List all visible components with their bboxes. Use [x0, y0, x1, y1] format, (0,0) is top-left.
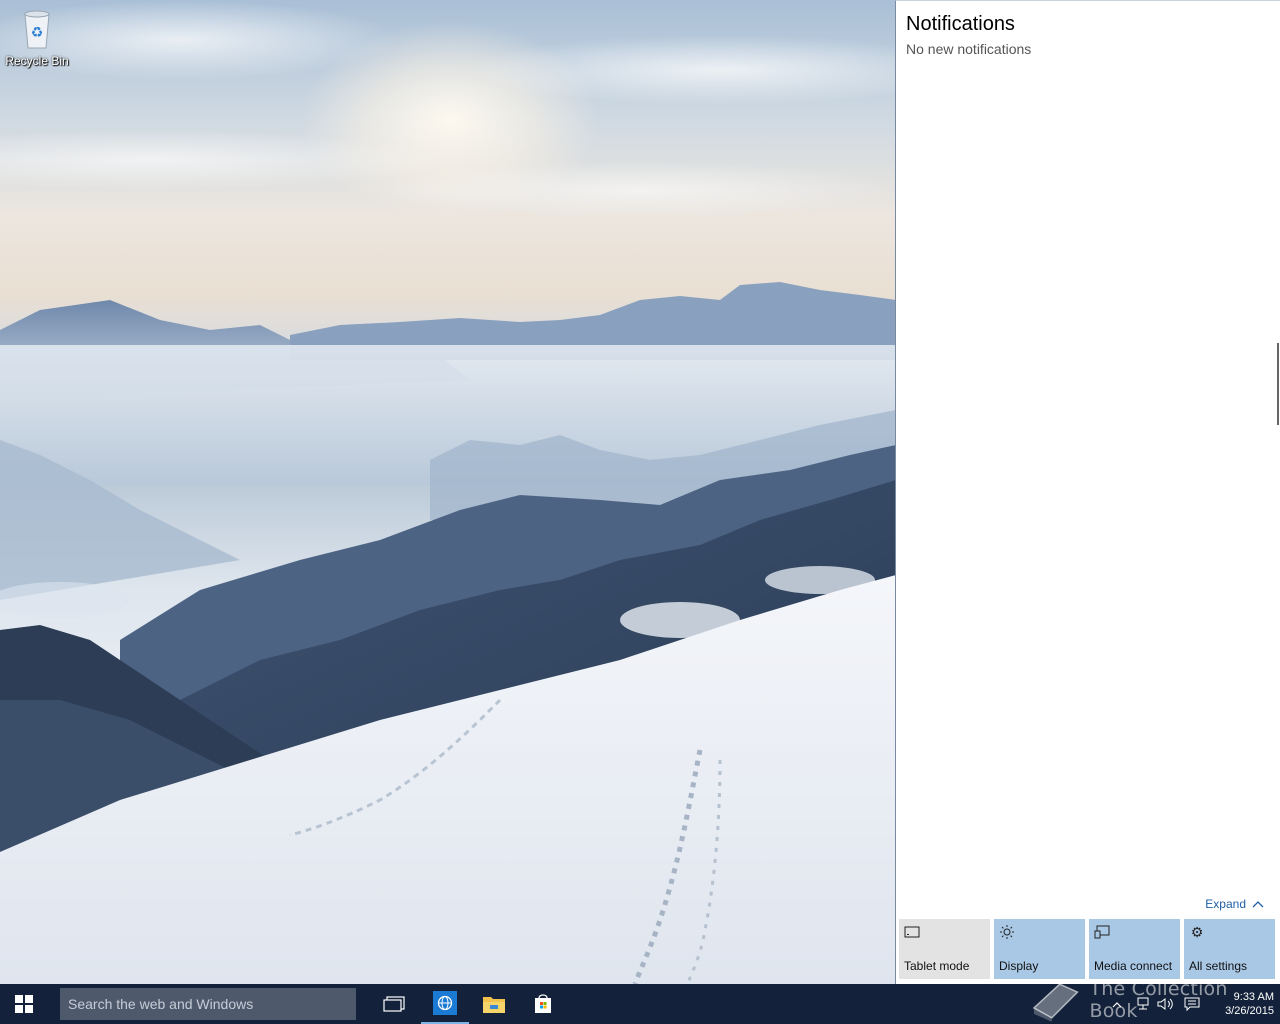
quick-actions-row: Tablet mode Display Media connect ⚙ All … [899, 919, 1276, 979]
expand-quick-actions-link[interactable]: Expand [1205, 897, 1264, 911]
store-icon [535, 994, 551, 1013]
clock-button[interactable]: 9:33 AM 3/26/2015 [1204, 984, 1274, 1024]
media-connect-icon [1094, 925, 1110, 939]
show-hidden-icons-button[interactable] [1110, 984, 1124, 1024]
svg-text:⚙: ⚙ [1191, 925, 1204, 939]
internet-explorer-icon [433, 991, 457, 1015]
quick-action-label: Display [999, 959, 1039, 973]
taskbar-file-explorer[interactable] [470, 984, 518, 1024]
quick-action-tablet-mode[interactable]: Tablet mode [899, 919, 990, 979]
clock-date: 3/26/2015 [1225, 1005, 1274, 1017]
quick-action-label: Tablet mode [904, 959, 970, 973]
folder-icon [483, 997, 505, 1013]
quick-action-label: All settings [1189, 959, 1248, 973]
notification-icon [1184, 997, 1200, 1011]
volume-button[interactable] [1156, 984, 1176, 1024]
taskbar-store[interactable] [519, 984, 567, 1024]
gear-icon: ⚙ [1191, 925, 1204, 939]
action-center-scrollbar[interactable] [1277, 343, 1279, 425]
recycle-bin-shortcut[interactable]: ♻ Recycle Bin [4, 6, 70, 76]
expand-label: Expand [1205, 897, 1246, 911]
quick-action-all-settings[interactable]: ⚙ All settings [1184, 919, 1275, 979]
chevron-up-icon [1252, 901, 1264, 908]
wallpaper-mountains [0, 282, 896, 984]
speaker-icon [1157, 998, 1173, 1010]
search-input[interactable] [60, 988, 356, 1020]
quick-action-display[interactable]: Display [994, 919, 1085, 979]
tablet-mode-icon [904, 926, 920, 938]
notifications-status: No new notifications [906, 41, 1032, 57]
start-button[interactable] [0, 984, 48, 1024]
action-center-panel: Notifications No new notifications Expan… [895, 0, 1280, 984]
quick-action-media-connect[interactable]: Media connect [1089, 919, 1180, 979]
action-center-title: Notifications [906, 13, 1015, 35]
chevron-up-icon [1112, 1001, 1122, 1007]
network-button[interactable] [1134, 984, 1152, 1024]
task-view-icon [383, 996, 405, 1012]
recycle-bin-icon: ♻ [24, 10, 50, 49]
windows-logo-icon [15, 995, 33, 1013]
task-view-button[interactable] [370, 984, 418, 1024]
recycle-bin-label: Recycle Bin [5, 54, 69, 68]
taskbar: 9:33 AM 3/26/2015 [0, 984, 1280, 1024]
clock-time: 9:33 AM [1233, 991, 1274, 1003]
network-icon [1137, 997, 1149, 1010]
svg-text:♻: ♻ [31, 25, 44, 41]
action-center-button[interactable] [1182, 984, 1202, 1024]
quick-action-label: Media connect [1094, 959, 1173, 973]
taskbar-internet-explorer[interactable] [421, 984, 469, 1024]
brightness-icon [1000, 925, 1014, 939]
